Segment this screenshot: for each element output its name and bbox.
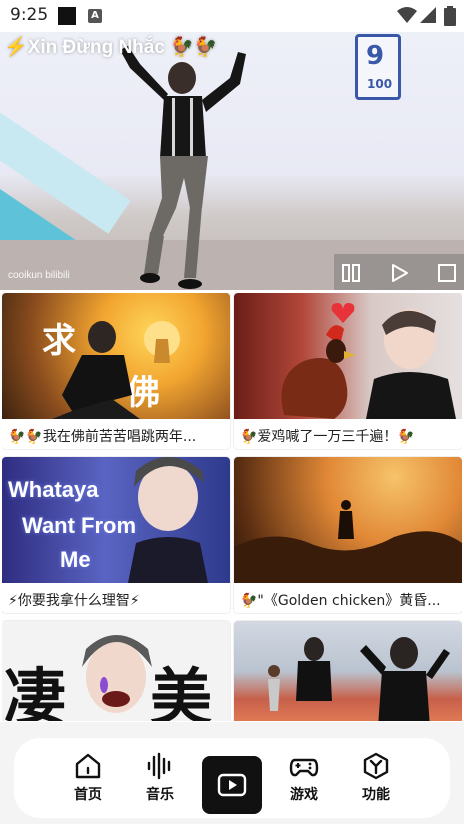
waveform-icon	[147, 752, 171, 780]
nav-label: 音乐	[146, 787, 174, 803]
play-icon[interactable]	[388, 262, 410, 284]
nav-item-video[interactable]	[202, 756, 262, 814]
nav-label: 功能	[362, 787, 390, 803]
video-thumbnail[interactable]	[234, 293, 462, 419]
video-caption: 🐓"《Golden chicken》黄昏...	[240, 593, 441, 609]
gamepad-icon	[289, 758, 319, 777]
nav-item-functions[interactable]: 功能	[348, 750, 404, 806]
video-card[interactable]: 🐓爱鸡喊了一万三千遍！🐓	[234, 293, 462, 449]
video-card[interactable]: 求 佛 🐓🐓我在佛前苦苦唱跳两年...	[2, 293, 230, 449]
status-time: 9:25	[10, 5, 49, 25]
pause-icon[interactable]	[340, 262, 362, 284]
dancer-figure	[120, 46, 246, 289]
stop-icon[interactable]	[436, 262, 458, 284]
video-card[interactable]: 凄 美	[2, 621, 230, 721]
player-controls	[334, 254, 464, 290]
battery-icon	[444, 6, 456, 26]
hexagon-y-icon	[363, 752, 389, 780]
stage-logo: 9 100	[355, 34, 401, 100]
video-card[interactable]	[234, 621, 462, 721]
video-thumbnail[interactable]	[234, 457, 462, 583]
wifi-icon	[397, 7, 417, 23]
notification-square-icon	[58, 7, 76, 25]
video-card[interactable]: Whataya Want From Me ⚡你要我拿什么理智⚡	[2, 457, 230, 613]
nav-item-game[interactable]: 游戏	[276, 750, 332, 806]
nav-item-home[interactable]: 首页	[60, 750, 116, 806]
video-thumbnail[interactable]: 凄 美	[2, 621, 230, 721]
nav-item-music[interactable]: 音乐	[132, 750, 188, 806]
bottom-nav-area: 首页 音乐 游戏 功能	[0, 722, 464, 824]
video-thumbnail[interactable]: 求 佛	[2, 293, 230, 419]
video-play-icon	[217, 773, 247, 797]
video-player[interactable]: 9 100 ⚡Xin Đừng Nhắc 🐓🐓 cooikun bilibili	[0, 32, 464, 290]
video-watermark: cooikun bilibili	[8, 270, 70, 281]
nav-label: 首页	[74, 787, 102, 803]
video-title: ⚡Xin Đừng Nhắc 🐓🐓	[4, 37, 218, 58]
a-badge-icon: A	[88, 9, 102, 23]
video-thumbnail[interactable]	[234, 621, 462, 721]
video-caption: ⚡你要我拿什么理智⚡	[8, 593, 140, 609]
nav-label: 游戏	[290, 787, 318, 803]
bottom-nav: 首页 音乐 游戏 功能	[14, 738, 450, 818]
home-icon	[75, 753, 101, 779]
video-card[interactable]: 🐓"《Golden chicken》黄昏...	[234, 457, 462, 613]
status-bar: 9:25 A	[0, 0, 464, 32]
video-caption: 🐓爱鸡喊了一万三千遍！🐓	[240, 429, 415, 445]
video-grid: 求 佛 🐓🐓我在佛前苦苦唱跳两年... 🐓爱鸡喊了一万三千遍！🐓 Whataya…	[2, 293, 462, 721]
signal-icon	[420, 7, 436, 23]
video-caption: 🐓🐓我在佛前苦苦唱跳两年...	[8, 429, 197, 445]
video-thumbnail[interactable]: Whataya Want From Me	[2, 457, 230, 583]
